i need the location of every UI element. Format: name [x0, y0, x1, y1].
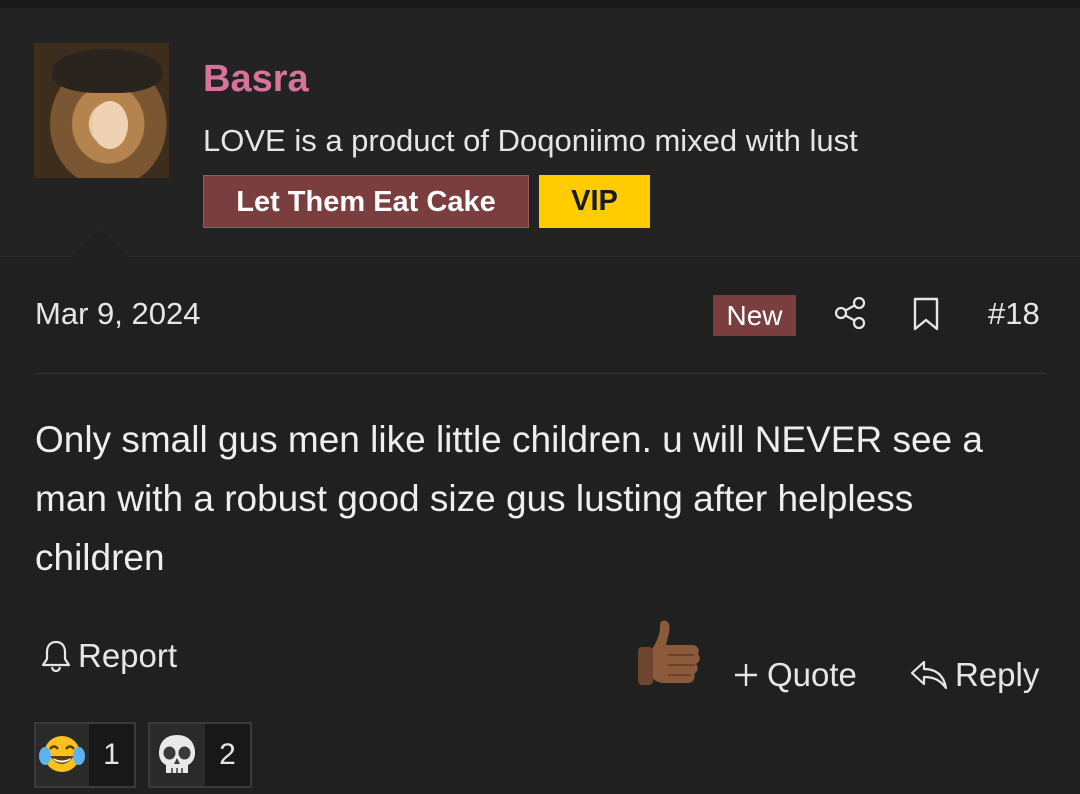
reaction-tears-of-joy[interactable]: 1	[34, 722, 136, 788]
user-header: Basra LOVE is a product of Doqoniimo mix…	[0, 8, 1080, 257]
post-number[interactable]: #18	[988, 296, 1040, 332]
avatar-hat	[52, 49, 162, 93]
report-button[interactable]: Report	[40, 636, 177, 676]
post-date[interactable]: Mar 9, 2024	[35, 296, 200, 332]
thumbs-up-icon[interactable]	[636, 617, 702, 689]
avatar[interactable]	[34, 43, 169, 178]
post-body: Only small gus men like little children.…	[35, 419, 983, 578]
top-rule	[0, 0, 1080, 8]
reaction-skull[interactable]: 2	[148, 722, 252, 788]
skull-icon	[159, 735, 196, 773]
username[interactable]: Basra	[203, 58, 309, 101]
bookmark-icon[interactable]	[911, 297, 941, 331]
plus-icon	[735, 664, 757, 686]
share-icon[interactable]	[833, 296, 867, 330]
quote-label: Quote	[767, 656, 857, 693]
tears-of-joy-icon	[39, 736, 86, 772]
reply-label: Reply	[955, 656, 1040, 693]
reply-arrow-icon	[910, 660, 948, 690]
user-badge-cake: Let Them Eat Cake	[203, 175, 529, 228]
reply-button[interactable]: Reply	[909, 654, 1039, 696]
divider	[35, 373, 1046, 374]
reaction-count: 1	[88, 724, 134, 786]
user-tagline: LOVE is a product of Doqoniimo mixed wit…	[203, 123, 858, 158]
user-badge-vip: VIP	[539, 175, 650, 228]
bell-icon	[41, 640, 71, 673]
avatar-face	[92, 101, 128, 149]
report-label: Report	[78, 637, 178, 674]
reaction-count: 2	[204, 724, 250, 786]
header-pointer	[70, 227, 130, 257]
quote-button[interactable]: Quote	[733, 654, 857, 696]
new-badge: New	[713, 295, 796, 336]
